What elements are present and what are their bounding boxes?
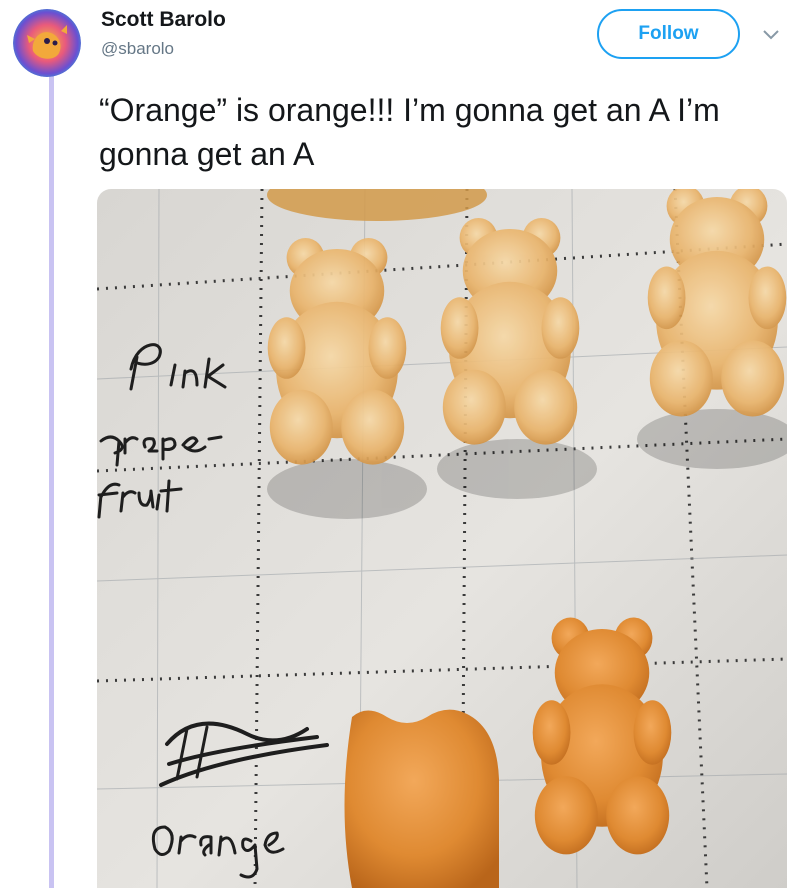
chevron-down-icon[interactable]: [758, 25, 784, 45]
tweet-text: “Orange” is orange!!! I’m gonna get an A…: [99, 92, 720, 172]
author-name[interactable]: Scott Barolo: [101, 8, 226, 32]
follow-button[interactable]: Follow: [597, 9, 740, 59]
tweet-photo[interactable]: [97, 189, 787, 888]
author-handle[interactable]: @sbarolo: [101, 39, 174, 59]
thread-line: [49, 70, 54, 888]
avatar[interactable]: [13, 9, 81, 77]
